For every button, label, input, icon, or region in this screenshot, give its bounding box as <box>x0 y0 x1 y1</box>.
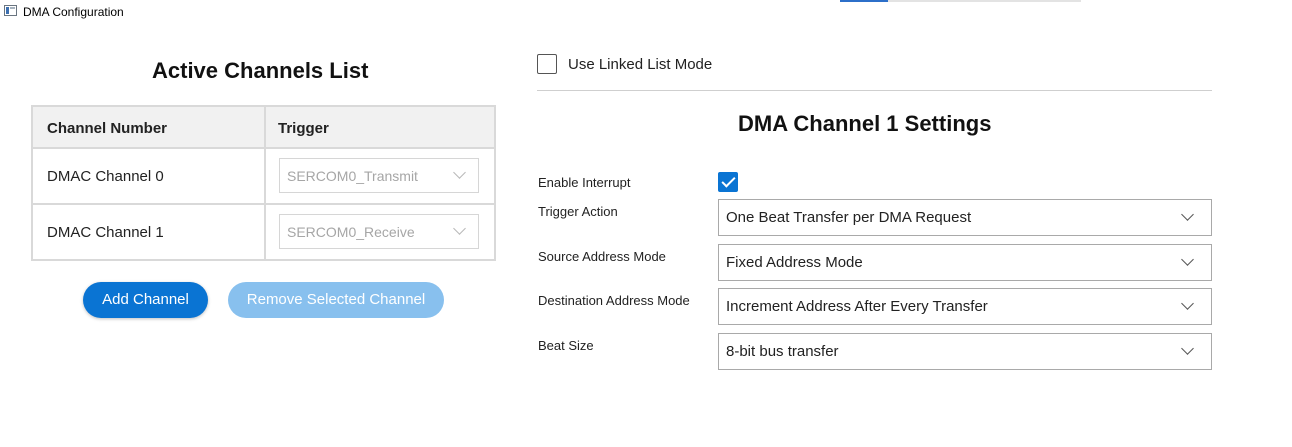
enable-interrupt-label: Enable Interrupt <box>538 175 631 190</box>
chevron-down-icon <box>1181 208 1194 221</box>
checkmark-icon <box>721 173 736 188</box>
destination-address-mode-dropdown[interactable]: Increment Address After Every Transfer <box>718 288 1212 325</box>
tab-strip-active-indicator <box>840 0 888 2</box>
beat-size-dropdown[interactable]: 8-bit bus transfer <box>718 333 1212 370</box>
section-divider <box>537 90 1212 91</box>
source-address-mode-dropdown[interactable]: Fixed Address Mode <box>718 244 1212 281</box>
source-address-mode-label: Source Address Mode <box>538 249 666 264</box>
trigger-select: SERCOM0_Transmit <box>279 158 479 193</box>
trigger-action-label: Trigger Action <box>538 204 618 219</box>
channel-number-cell: DMAC Channel 1 <box>47 224 164 241</box>
enable-interrupt-checkbox[interactable] <box>718 172 738 192</box>
destination-address-mode-value: Increment Address After Every Transfer <box>726 298 988 315</box>
app-window-icon <box>4 5 17 16</box>
trigger-action-dropdown[interactable]: One Beat Transfer per DMA Request <box>718 199 1212 236</box>
title-bar: DMA Configuration <box>0 0 1292 24</box>
active-channels-heading: Active Channels List <box>152 58 369 83</box>
trigger-select-value: SERCOM0_Receive <box>287 224 415 240</box>
trigger-select-value: SERCOM0_Transmit <box>287 168 418 184</box>
remove-selected-channel-button: Remove Selected Channel <box>228 282 444 318</box>
channel-number-cell: DMAC Channel 0 <box>47 168 164 185</box>
chevron-down-icon <box>1181 342 1194 355</box>
channels-table: Channel Number Trigger DMAC Channel 0 SE… <box>31 105 496 261</box>
chevron-down-icon <box>1181 297 1194 310</box>
chevron-down-icon <box>453 166 466 179</box>
beat-size-value: 8-bit bus transfer <box>726 343 839 360</box>
use-linked-list-label[interactable]: Use Linked List Mode <box>568 56 712 73</box>
column-header-trigger[interactable]: Trigger <box>278 120 329 137</box>
channel-settings-heading: DMA Channel 1 Settings <box>738 111 992 136</box>
use-linked-list-checkbox[interactable] <box>537 54 557 74</box>
dma-configuration-window: DMA Configuration Active Channels List C… <box>0 0 1292 447</box>
chevron-down-icon <box>1181 253 1194 266</box>
chevron-down-icon <box>453 222 466 235</box>
column-divider <box>264 107 266 259</box>
window-title: DMA Configuration <box>23 5 124 19</box>
trigger-select: SERCOM0_Receive <box>279 214 479 249</box>
source-address-mode-value: Fixed Address Mode <box>726 254 863 271</box>
trigger-action-value: One Beat Transfer per DMA Request <box>726 209 972 226</box>
beat-size-label: Beat Size <box>538 338 594 353</box>
column-header-channel-number[interactable]: Channel Number <box>47 120 167 137</box>
add-channel-button[interactable]: Add Channel <box>83 282 208 318</box>
destination-address-mode-label: Destination Address Mode <box>538 293 690 308</box>
